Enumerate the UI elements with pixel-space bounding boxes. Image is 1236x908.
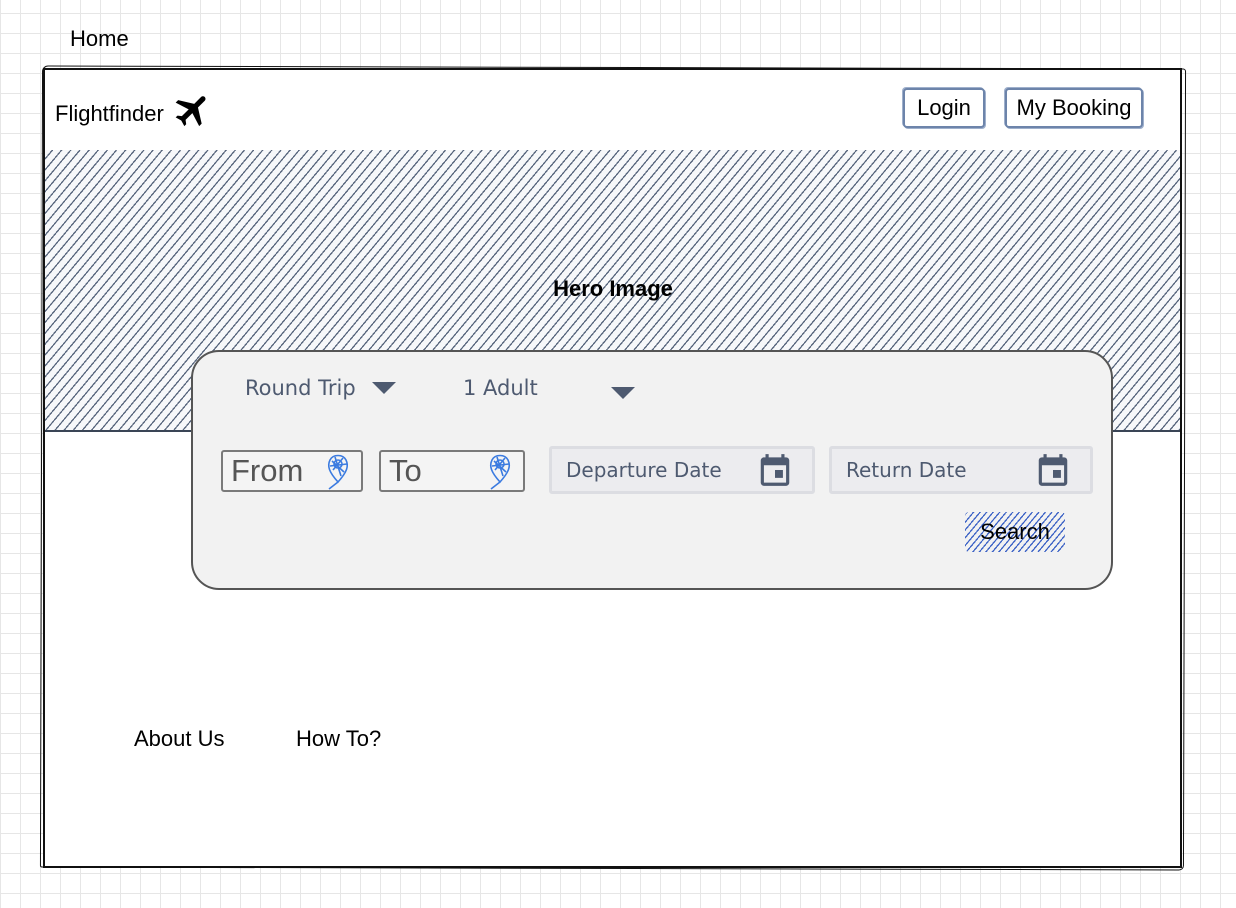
flight-search-panel: Round Trip 1 Adult From To Departure Dat… [191, 350, 1113, 590]
to-placeholder: To [389, 453, 422, 488]
return-placeholder: Return Date [846, 458, 967, 482]
trip-type-value: Round Trip [245, 376, 356, 400]
how-to-link[interactable]: How To? [296, 726, 381, 752]
login-button[interactable]: Login [903, 88, 985, 128]
return-date-input[interactable]: Return Date [829, 446, 1093, 494]
top-navbar: Flightfinder Login My Booking [45, 70, 1180, 152]
caret-down-icon [371, 382, 396, 394]
from-input[interactable]: From [221, 450, 363, 492]
search-button[interactable]: Search [965, 512, 1065, 552]
from-placeholder: From [231, 453, 304, 488]
caret-down-icon [611, 387, 635, 399]
brand[interactable]: Flightfinder [55, 96, 214, 131]
to-input[interactable]: To [379, 450, 525, 492]
about-us-link[interactable]: About Us [134, 726, 225, 752]
page-label: Home [70, 26, 129, 51]
trip-type-select[interactable]: Round Trip [245, 376, 396, 400]
departure-placeholder: Departure Date [566, 458, 722, 482]
hero-label: Hero Image [553, 276, 673, 301]
departure-date-input[interactable]: Departure Date [549, 446, 815, 494]
airplane-icon [172, 89, 214, 131]
location-pin-icon [483, 452, 517, 490]
browser-frame: Flightfinder Login My Booking Hero Image… [43, 68, 1182, 868]
my-booking-button[interactable]: My Booking [1005, 88, 1143, 128]
brand-name: Flightfinder [55, 101, 164, 126]
calendar-icon[interactable] [1034, 451, 1072, 489]
location-pin-icon [321, 452, 355, 490]
passengers-select[interactable]: 1 Adult [463, 376, 635, 400]
calendar-icon[interactable] [756, 451, 794, 489]
passengers-value: 1 Adult [463, 376, 538, 400]
